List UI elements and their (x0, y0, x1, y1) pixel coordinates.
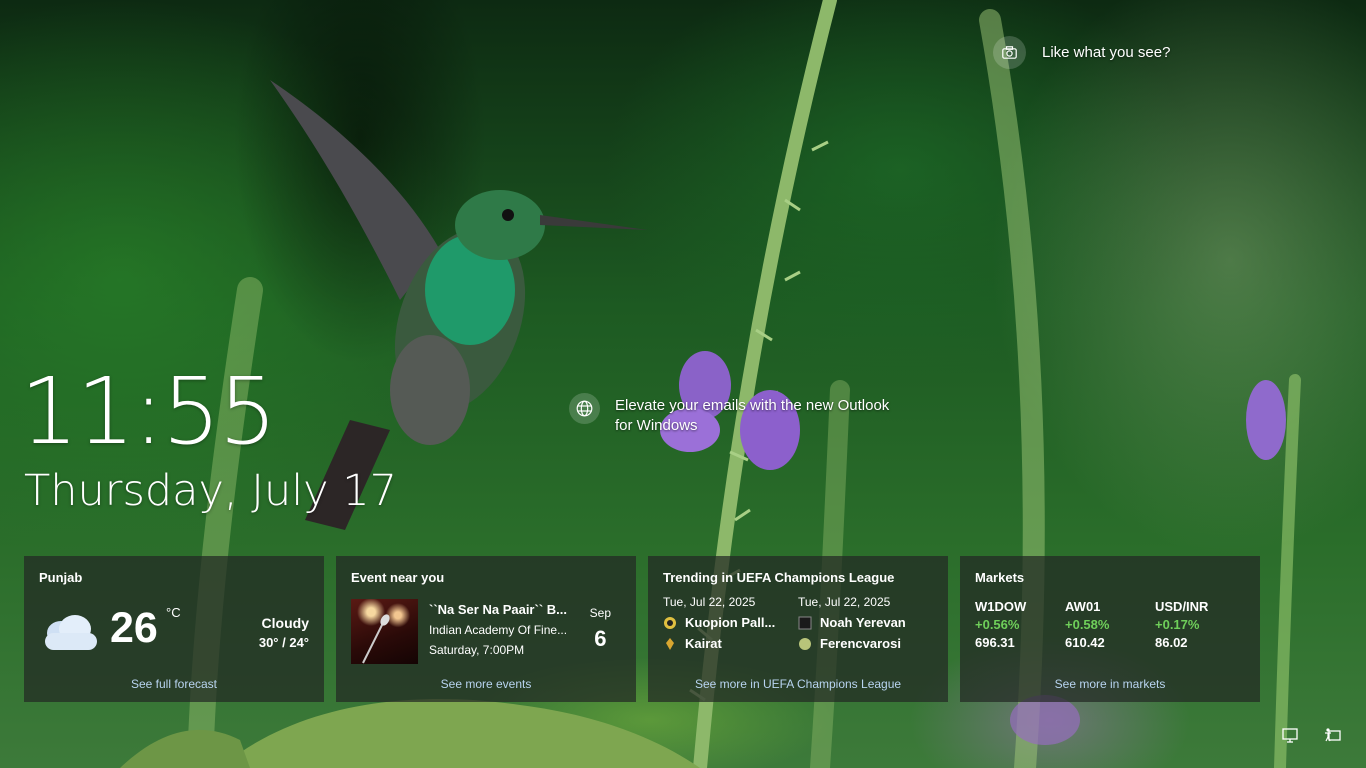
more-events-link[interactable]: See more events (336, 677, 636, 691)
team-crest-icon (799, 637, 811, 650)
cloud-icon (45, 615, 97, 650)
market-symbol: W1DOW (975, 599, 1027, 614)
globe-icon (569, 393, 600, 424)
event-thumbnail[interactable] (351, 599, 418, 664)
team-crest-icon (666, 637, 674, 650)
more-markets-link[interactable]: See more in markets (960, 677, 1260, 691)
clock-time: 11:55 (20, 358, 277, 465)
match-item[interactable]: Tue, Jul 22, 2025 Kuopion Pall... Kairat (663, 595, 798, 651)
market-item[interactable]: W1DOW +0.56% 696.31 (975, 599, 1065, 650)
more-uefa-link[interactable]: See more in UEFA Champions League (648, 677, 948, 691)
match-date: Tue, Jul 22, 2025 (798, 595, 891, 609)
event-day: 6 (594, 626, 607, 651)
spotlight-feedback[interactable]: Like what you see? (993, 36, 1170, 69)
outlook-promo[interactable]: Elevate your emails with the new Outlook… (569, 393, 905, 436)
market-value: 696.31 (975, 635, 1015, 650)
promo-text[interactable]: Elevate your emails with the new Outlook… (615, 396, 905, 436)
market-symbol: AW01 (1065, 599, 1101, 614)
market-item[interactable]: USD/INR +0.17% 86.02 (1155, 599, 1245, 650)
network-icon[interactable] (1281, 726, 1301, 746)
market-change: +0.58% (1065, 617, 1110, 632)
event-card-title: Event near you (351, 570, 445, 585)
market-value: 86.02 (1155, 635, 1188, 650)
team-name: Kuopion Pall... (685, 615, 776, 630)
match-date: Tue, Jul 22, 2025 (663, 595, 756, 609)
weather-card[interactable]: Punjab 26 °C Cloudy 30° / 24° See full f… (24, 556, 324, 702)
market-change: +0.17% (1155, 617, 1200, 632)
markets-card[interactable]: Markets W1DOW +0.56% 696.31 AW01 +0.58% … (960, 556, 1260, 702)
markets-title: Markets (975, 570, 1025, 585)
trending-card[interactable]: Trending in UEFA Champions League Tue, J… (648, 556, 948, 702)
market-symbol: USD/INR (1155, 599, 1209, 614)
team-crest-icon (798, 616, 812, 629)
event-month: Sep (589, 606, 611, 620)
temperature-range: 30° / 24° (258, 635, 309, 650)
forecast-link[interactable]: See full forecast (24, 677, 324, 691)
temperature: 26 (110, 604, 158, 652)
event-name[interactable]: ``Na Ser Na Paair`` B... (429, 602, 571, 617)
market-item[interactable]: AW01 +0.58% 610.42 (1065, 599, 1155, 650)
team-crest-icon (664, 616, 676, 629)
team-name: Noah Yerevan (820, 615, 906, 630)
event-venue: Indian Academy Of Fine... (429, 623, 568, 637)
market-change: +0.56% (975, 617, 1020, 632)
weather-location: Punjab (39, 570, 83, 585)
trending-title: Trending in UEFA Champions League (663, 570, 895, 585)
clock-date: Thursday, July 17 (24, 466, 397, 516)
team-name: Ferencvarosi (820, 636, 901, 651)
match-item[interactable]: Tue, Jul 22, 2025 Noah Yerevan Ferencvar… (798, 595, 933, 651)
event-card[interactable]: Event near you ``Na Ser Na Paair`` B... … (336, 556, 636, 702)
camera-icon[interactable] (993, 36, 1026, 69)
team-name: Kairat (685, 636, 722, 651)
ease-of-access-icon[interactable] (1323, 726, 1343, 746)
event-time: Saturday, 7:00PM (429, 643, 525, 657)
temperature-unit: °C (166, 605, 181, 620)
market-value: 610.42 (1065, 635, 1105, 650)
weather-condition: Cloudy (261, 615, 309, 631)
spotlight-label[interactable]: Like what you see? (1042, 44, 1170, 61)
